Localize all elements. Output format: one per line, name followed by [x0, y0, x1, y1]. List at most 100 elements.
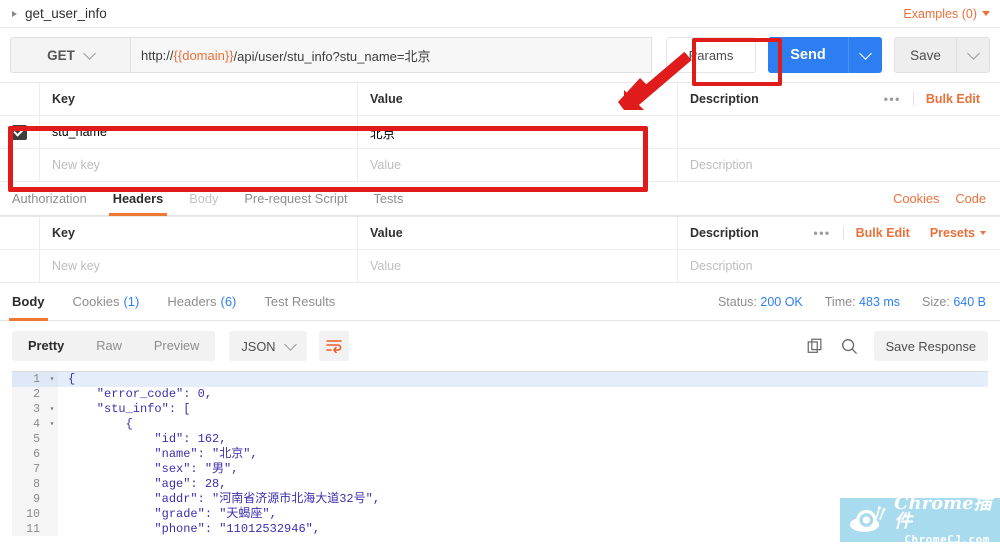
line-number: 5: [12, 432, 46, 447]
headers-col-key: Key: [40, 217, 358, 249]
copy-icon[interactable]: [806, 337, 824, 355]
expand-caret-icon[interactable]: [12, 10, 17, 17]
send-options-button[interactable]: [848, 37, 882, 73]
cookies-link[interactable]: Cookies: [893, 191, 939, 206]
table-row-empty[interactable]: New key Value Description: [0, 250, 1000, 283]
size-value: 640 B: [953, 294, 986, 309]
response-tab-cookies-count: (1): [123, 294, 140, 309]
size-meta: Size: 640 B: [922, 295, 986, 309]
save-response-button[interactable]: Save Response: [873, 331, 988, 361]
code-line: 4 ▾ {: [12, 417, 988, 432]
time-label: Time:: [824, 294, 856, 309]
params-bulk-edit-link[interactable]: Bulk Edit: [914, 92, 992, 106]
code-line: 2 "error_code": 0,: [12, 387, 988, 402]
http-method-select[interactable]: GET: [10, 37, 130, 73]
response-tab-test-results-label: Test Results: [264, 294, 336, 309]
param-new-value-input[interactable]: Value: [358, 149, 678, 181]
url-input[interactable]: http://{{domain}}/api/user/stu_info?stu_…: [130, 37, 652, 73]
headers-presets-dropdown[interactable]: Presets: [922, 226, 992, 240]
line-number: 10: [12, 507, 46, 522]
code-line: 3 ▾ "stu_info": [: [12, 402, 988, 417]
response-tab-test-results[interactable]: Test Results: [264, 283, 335, 321]
view-mode-raw[interactable]: Raw: [80, 331, 138, 361]
params-table: Key Value Description ••• Bulk Edit stu_…: [0, 82, 1000, 182]
code-text: {: [68, 417, 133, 431]
headers-table-header: Key Value Description ••• Bulk Edit Pres…: [0, 217, 1000, 250]
code-text: "age": 28,: [68, 477, 227, 491]
url-row: GET http://{{domain}}/api/user/stu_info?…: [0, 28, 1000, 82]
params-table-header: Key Value Description ••• Bulk Edit: [0, 83, 1000, 116]
http-method-label: GET: [47, 47, 75, 63]
fold-toggle-icon: [46, 522, 58, 536]
code-text: "addr": "河南省济源市北海大道32号",: [68, 492, 381, 506]
response-tab-headers[interactable]: Headers (6): [167, 283, 236, 321]
headers-table: Key Value Description ••• Bulk Edit Pres…: [0, 216, 1000, 283]
table-row[interactable]: stu_name 北京: [0, 116, 1000, 149]
header-new-description-input[interactable]: Description: [678, 250, 1000, 282]
headers-col-description: Description: [690, 226, 759, 240]
headers-header-actions: ••• Bulk Edit Presets: [802, 226, 1000, 240]
param-new-key-input[interactable]: New key: [40, 149, 358, 181]
search-icon[interactable]: [840, 337, 858, 355]
code-text: {: [68, 372, 76, 386]
fold-toggle-icon[interactable]: ▾: [46, 402, 58, 417]
view-mode-preview[interactable]: Preview: [138, 331, 216, 361]
save-button-group: Save: [894, 37, 990, 73]
header-new-value-input[interactable]: Value: [358, 250, 678, 282]
code-line: 8 "age": 28,: [12, 477, 988, 492]
url-prefix: http://: [141, 47, 174, 63]
code-text: "phone": "11012532946",: [68, 522, 321, 536]
request-title-bar: get_user_info Examples (0): [0, 0, 1000, 28]
params-button[interactable]: Params: [666, 37, 756, 73]
fold-toggle-icon: [46, 432, 58, 447]
send-button-group: Send: [768, 37, 882, 73]
save-options-button[interactable]: [956, 37, 990, 73]
code-link[interactable]: Code: [955, 191, 986, 206]
more-options-icon[interactable]: •••: [872, 92, 914, 106]
param-value-input[interactable]: 北京: [358, 116, 678, 148]
format-select[interactable]: JSON: [229, 331, 307, 361]
watermark: Chrome插件 ChromeCJ.com: [840, 495, 1000, 545]
chevron-down-icon: [83, 46, 96, 60]
more-options-icon[interactable]: •••: [802, 226, 844, 240]
time-value: 483 ms: [859, 294, 901, 309]
examples-dropdown[interactable]: Examples (0): [903, 7, 990, 21]
tab-headers[interactable]: Headers: [108, 182, 167, 216]
params-col-key: Key: [40, 83, 358, 115]
snail-logo-icon: [849, 506, 886, 532]
status-label: Status:: [717, 294, 757, 309]
response-tab-headers-count: (6): [220, 294, 237, 309]
fold-toggle-icon[interactable]: ▾: [46, 372, 58, 387]
fold-toggle-icon: [46, 387, 58, 402]
tab-pre-request-script[interactable]: Pre-request Script: [244, 182, 347, 216]
response-tab-headers-label: Headers: [167, 294, 217, 309]
param-row-checkbox-cell: [0, 116, 40, 148]
params-header-actions: ••• Bulk Edit: [872, 92, 1000, 106]
header-new-key-input[interactable]: New key: [40, 250, 358, 282]
param-enabled-checkbox[interactable]: [12, 124, 27, 140]
save-button[interactable]: Save: [894, 37, 956, 73]
line-number: 8: [12, 477, 46, 492]
tab-authorization[interactable]: Authorization: [12, 182, 87, 216]
wrap-lines-icon: [325, 340, 342, 353]
wrap-lines-button[interactable]: [318, 331, 349, 361]
send-button[interactable]: Send: [768, 37, 848, 73]
request-name: get_user_info: [25, 6, 107, 21]
param-description-input[interactable]: [678, 116, 1000, 148]
param-key-input[interactable]: stu_name: [40, 116, 358, 148]
tab-tests[interactable]: Tests: [374, 182, 404, 216]
view-mode-pretty[interactable]: Pretty: [12, 331, 80, 361]
response-tab-cookies[interactable]: Cookies (1): [73, 283, 140, 321]
status-value: 200 OK: [760, 294, 803, 309]
response-tab-body[interactable]: Body: [9, 283, 47, 321]
response-tab-body-label: Body: [12, 294, 45, 309]
examples-label: Examples (0): [903, 6, 977, 21]
param-new-description-input[interactable]: Description: [678, 149, 1000, 181]
response-view-toolbar: Pretty Raw Preview JSON Save Response: [0, 321, 1000, 371]
headers-bulk-edit-link[interactable]: Bulk Edit: [844, 226, 922, 240]
table-row-empty[interactable]: New key Value Description: [0, 149, 1000, 182]
fold-toggle-icon[interactable]: ▾: [46, 417, 58, 432]
fold-toggle-icon: [46, 492, 58, 507]
format-label: JSON: [241, 338, 276, 354]
tab-body[interactable]: Body: [189, 182, 218, 216]
